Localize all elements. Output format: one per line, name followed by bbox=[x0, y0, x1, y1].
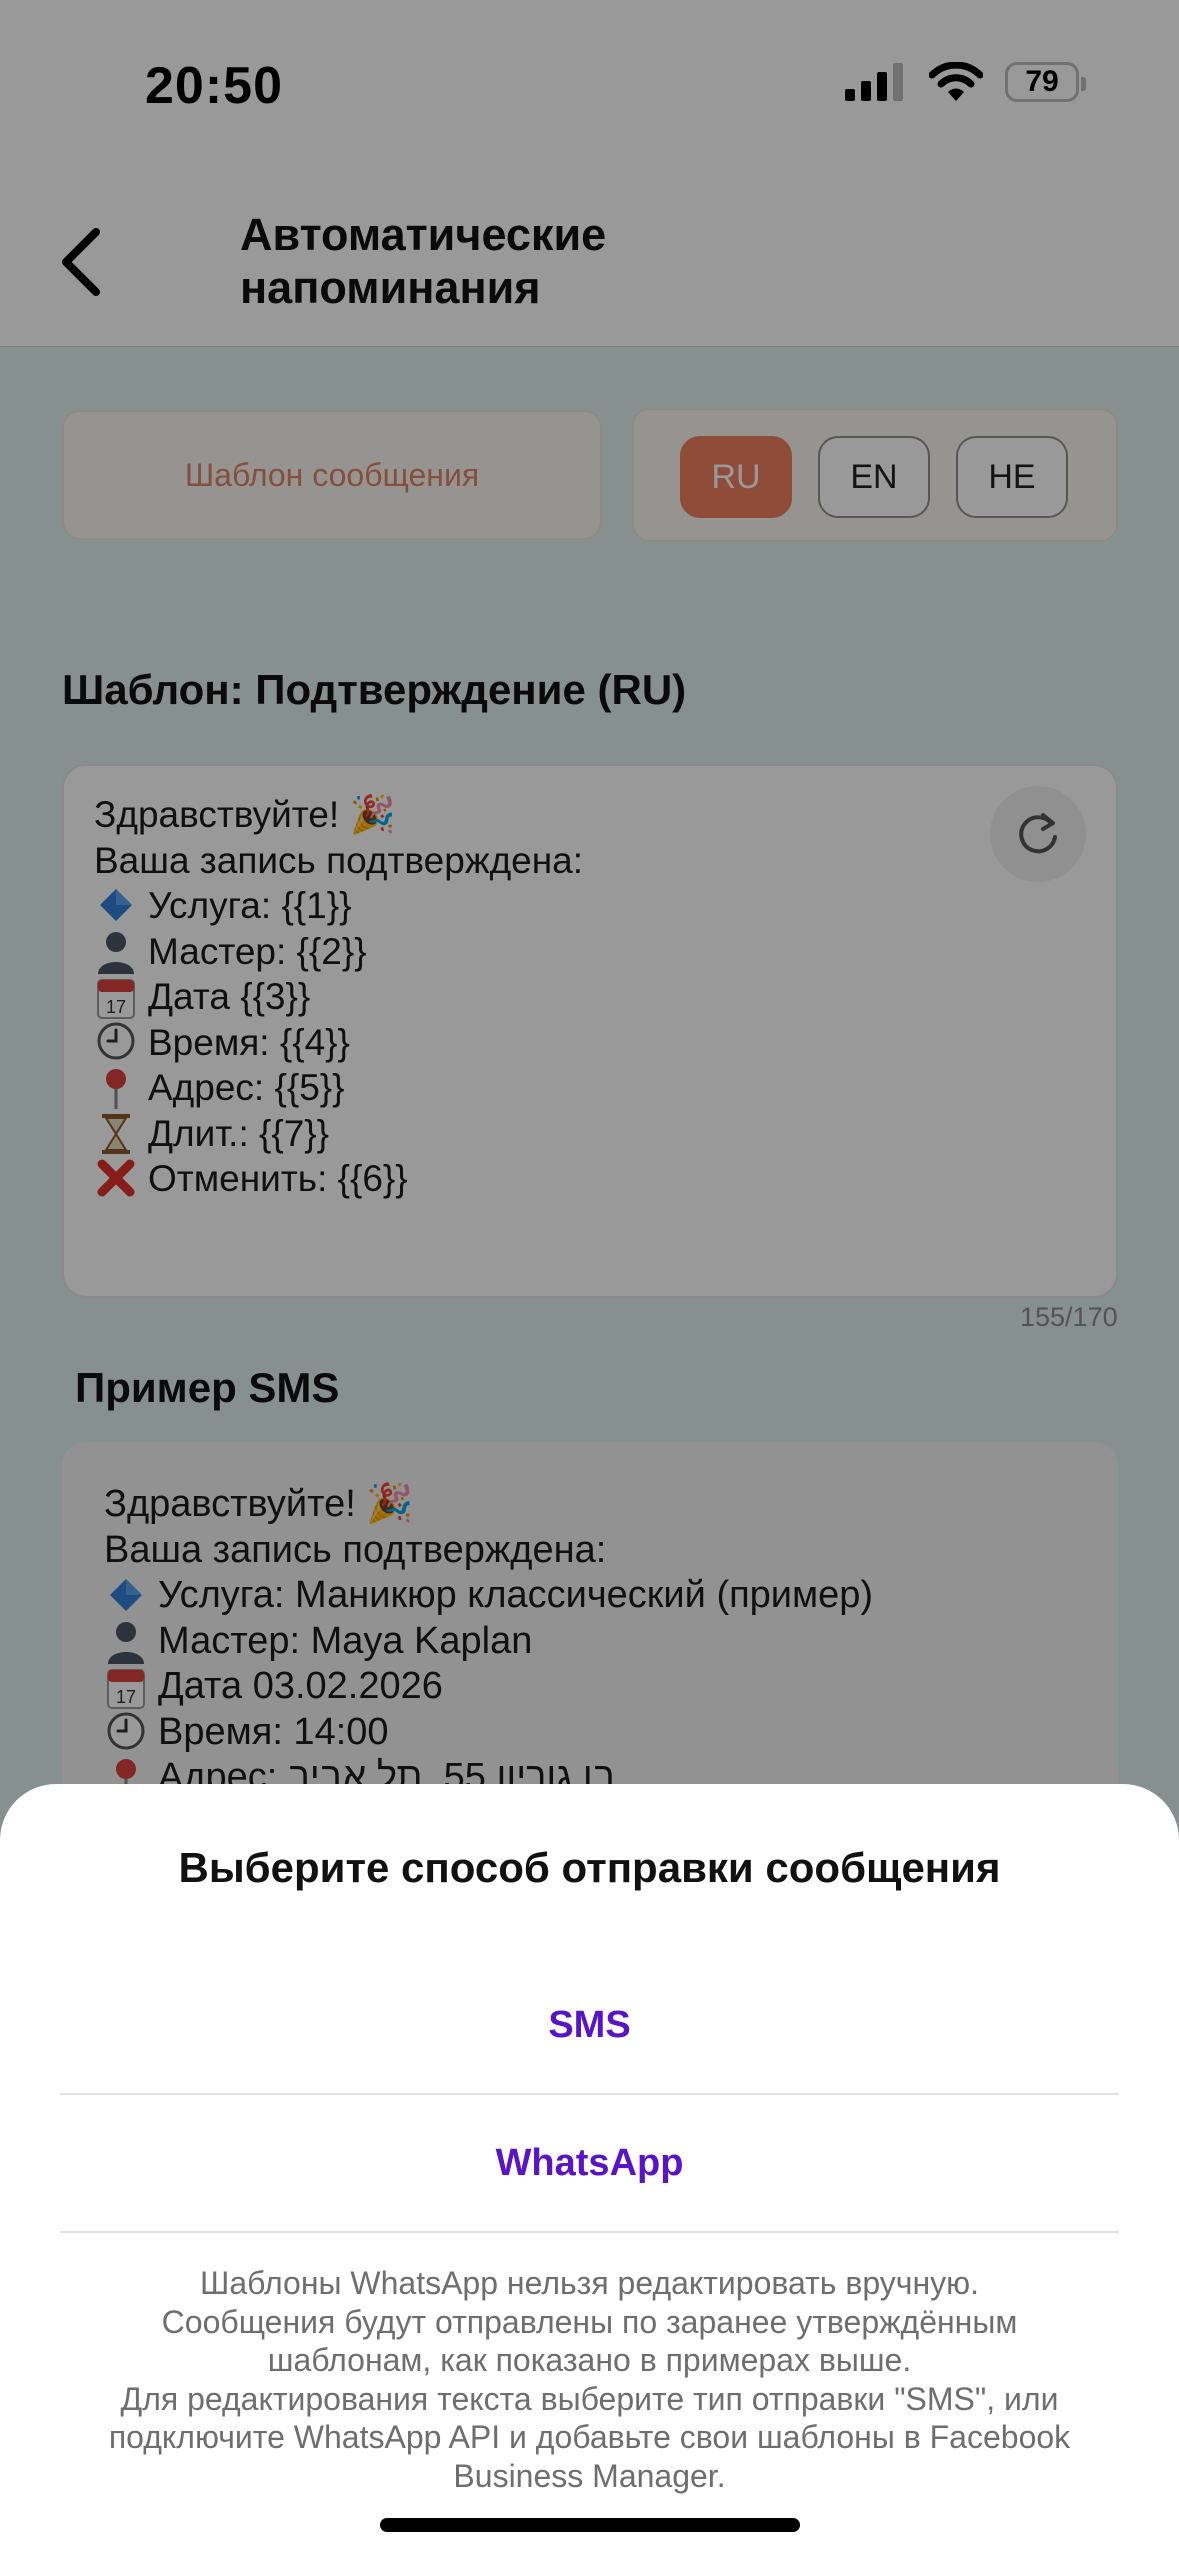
sheet-title: Выберите способ отправки сообщения bbox=[178, 1844, 1001, 1891]
home-indicator bbox=[380, 2518, 800, 2532]
sms-option-button[interactable]: SMS bbox=[0, 2004, 1179, 2047]
divider bbox=[60, 2231, 1119, 2233]
whatsapp-note: Шаблоны WhatsApp нельзя редактировать вр… bbox=[108, 2265, 1071, 2494]
whatsapp-option-button[interactable]: WhatsApp bbox=[0, 2142, 1179, 2185]
divider bbox=[60, 2093, 1119, 2095]
